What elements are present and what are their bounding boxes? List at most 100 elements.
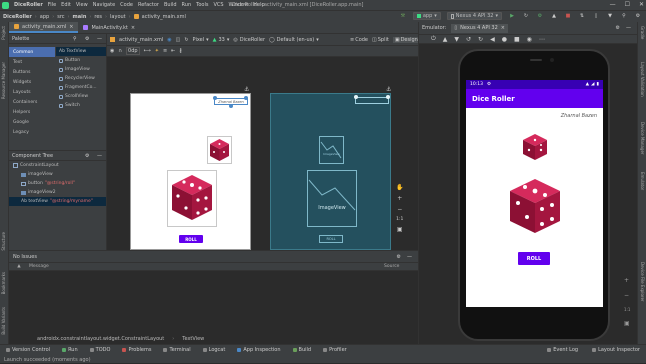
- tree-node-selected[interactable]: Ab textView "@string/myname": [9, 197, 106, 206]
- split-mode-button[interactable]: ◫ Split: [372, 37, 389, 43]
- tab-activity-main[interactable]: activity_main.xml ×: [9, 22, 79, 33]
- tree-node[interactable]: button "@string/roll": [9, 179, 106, 188]
- large-dice-image[interactable]: [167, 170, 217, 227]
- device-select[interactable]: Pixel ▾: [193, 37, 209, 43]
- col-message[interactable]: Message: [29, 264, 384, 269]
- power-icon[interactable]: ⏻: [431, 35, 436, 43]
- minimize-panel-icon[interactable]: —: [626, 25, 631, 31]
- path-parent[interactable]: androidx.constraintlayout.widget.Constra…: [37, 336, 164, 342]
- emulator-device-tab[interactable]: ▯ Nexus 4 API 32 ×: [451, 23, 508, 33]
- panel-structure[interactable]: Structure: [1, 232, 6, 251]
- fit-screen-icon[interactable]: ▣: [624, 320, 630, 327]
- palette-category-widgets[interactable]: Widgets: [9, 77, 55, 87]
- margin-dp[interactable]: 0dp: [126, 47, 140, 55]
- palette-item[interactable]: FragmentCo...: [56, 83, 106, 92]
- tool-problems[interactable]: Problems: [122, 347, 151, 353]
- search-icon[interactable]: ⚲: [620, 12, 628, 20]
- menu-build[interactable]: Build: [164, 2, 177, 8]
- breadcrumb-res[interactable]: res: [94, 14, 102, 20]
- tab-main-activity[interactable]: MainActivity.kt ×: [78, 22, 140, 33]
- theme-select[interactable]: ◎ DiceRoller: [233, 37, 265, 43]
- tree-node[interactable]: imageView: [9, 170, 106, 179]
- menu-tools[interactable]: Tools: [196, 2, 208, 8]
- panel-project[interactable]: Project: [1, 26, 6, 40]
- path-leaf[interactable]: TextView: [182, 336, 204, 342]
- palette-item[interactable]: Button: [56, 56, 106, 65]
- pan-hand-icon[interactable]: ✋: [396, 184, 403, 191]
- palette-category-legacy[interactable]: Legacy: [9, 127, 55, 137]
- code-mode-button[interactable]: ≡ Code: [350, 37, 368, 43]
- palette-item[interactable]: Switch: [56, 101, 106, 110]
- tool-version-control[interactable]: Version Control: [6, 347, 50, 353]
- tool-event-log[interactable]: Event Log: [547, 347, 578, 353]
- sync-icon[interactable]: ⇅: [578, 12, 586, 20]
- preview-roll-button[interactable]: ROLL: [179, 235, 203, 243]
- tool-build[interactable]: Build: [292, 347, 311, 353]
- clear-constraints-icon[interactable]: ⟷: [144, 48, 151, 54]
- zoom-ratio-icon[interactable]: 1:1: [624, 307, 630, 312]
- gear-icon[interactable]: ⚙: [616, 25, 620, 31]
- menu-refactor[interactable]: Refactor: [138, 2, 159, 8]
- tool-logcat[interactable]: Logcat: [202, 347, 225, 353]
- zoom-ratio[interactable]: 1:1: [396, 217, 403, 222]
- palette-category-helpers[interactable]: Helpers: [9, 107, 55, 117]
- palette-item[interactable]: RecyclerView: [56, 74, 106, 83]
- panel-resource-manager[interactable]: Resource Manager: [1, 62, 6, 99]
- breadcrumb-app[interactable]: app: [40, 14, 49, 20]
- menu-vcs[interactable]: VCS: [213, 2, 223, 8]
- panel-bookmarks[interactable]: Bookmarks: [1, 272, 6, 294]
- palette-item[interactable]: ScrollView: [56, 92, 106, 101]
- palette-category-layouts[interactable]: Layouts: [9, 87, 55, 97]
- palette-category-common[interactable]: Common: [9, 47, 55, 57]
- close-tab-icon[interactable]: ×: [69, 24, 73, 30]
- sdk-manager-icon[interactable]: ▼: [606, 12, 614, 20]
- menu-file[interactable]: File: [48, 2, 56, 8]
- panel-build-variants[interactable]: Build Variants: [1, 307, 6, 335]
- constraint-handle[interactable]: [244, 96, 248, 100]
- blueprint-icon[interactable]: ◫: [176, 37, 181, 43]
- zoom-out-icon[interactable]: −: [624, 292, 630, 299]
- device-manager-icon[interactable]: ▯: [592, 12, 600, 20]
- tree-root[interactable]: ConstraintLayout: [9, 161, 106, 170]
- breadcrumb-file[interactable]: activity_main.xml: [142, 14, 186, 20]
- phone-screen[interactable]: 10:13 ⚙ ▲ ◢ ▮ Dice Roller Zharnal Bazen: [466, 80, 603, 307]
- stop-icon[interactable]: ■: [564, 12, 572, 20]
- breadcrumb-main[interactable]: main: [73, 14, 87, 20]
- palette-item[interactable]: Ab TextView: [56, 47, 106, 56]
- close-tab-icon[interactable]: ×: [501, 25, 505, 31]
- menu-edit[interactable]: Edit: [61, 2, 71, 8]
- blueprint-preview[interactable]: ⚓ ImageView ImageView ROLL: [270, 86, 391, 250]
- hammer-icon[interactable]: ⚒: [399, 12, 407, 20]
- blueprint-textview[interactable]: [355, 97, 389, 104]
- zoom-fit-icon[interactable]: ▣: [397, 226, 403, 233]
- tool-todo[interactable]: TODO: [89, 347, 110, 353]
- api-select[interactable]: ▲ 33 ▾: [213, 37, 230, 43]
- profile-icon[interactable]: ▲: [550, 12, 558, 20]
- gear-icon[interactable]: ⚙: [85, 153, 89, 159]
- menu-view[interactable]: View: [76, 2, 88, 8]
- tool-terminal[interactable]: Terminal: [163, 347, 191, 353]
- constraint-handle[interactable]: [213, 96, 217, 100]
- magnet-icon[interactable]: ∩: [118, 48, 122, 54]
- screenshot-icon[interactable]: ◉: [527, 36, 532, 43]
- design-mode-button[interactable]: ▣ Design: [392, 36, 420, 43]
- run-icon[interactable]: ▶: [508, 12, 516, 20]
- orientation-icon[interactable]: ↻: [184, 37, 188, 43]
- rotate-left-icon[interactable]: ↺: [466, 36, 471, 43]
- home-icon[interactable]: ●: [502, 36, 507, 43]
- more-icon[interactable]: ⋯: [539, 36, 545, 43]
- align-icon[interactable]: ⇤: [171, 48, 175, 54]
- breadcrumb-src[interactable]: src: [57, 14, 64, 20]
- volume-up-icon[interactable]: ▲: [443, 36, 448, 43]
- close-tab-icon[interactable]: ×: [131, 25, 135, 31]
- guidelines-icon[interactable]: ≡: [163, 48, 167, 54]
- tool-run[interactable]: Run: [62, 347, 78, 353]
- gear-icon[interactable]: ⚙: [397, 254, 401, 260]
- zoom-in-icon[interactable]: +: [624, 277, 630, 284]
- tool-layout-inspector[interactable]: Layout Inspector: [592, 347, 640, 353]
- settings-icon[interactable]: ⚙: [634, 12, 642, 20]
- constraint-handle[interactable]: [229, 104, 233, 108]
- col-source[interactable]: Source: [384, 264, 399, 269]
- minimize-panel-icon[interactable]: —: [97, 153, 102, 159]
- palette-category-text[interactable]: Text: [9, 57, 55, 67]
